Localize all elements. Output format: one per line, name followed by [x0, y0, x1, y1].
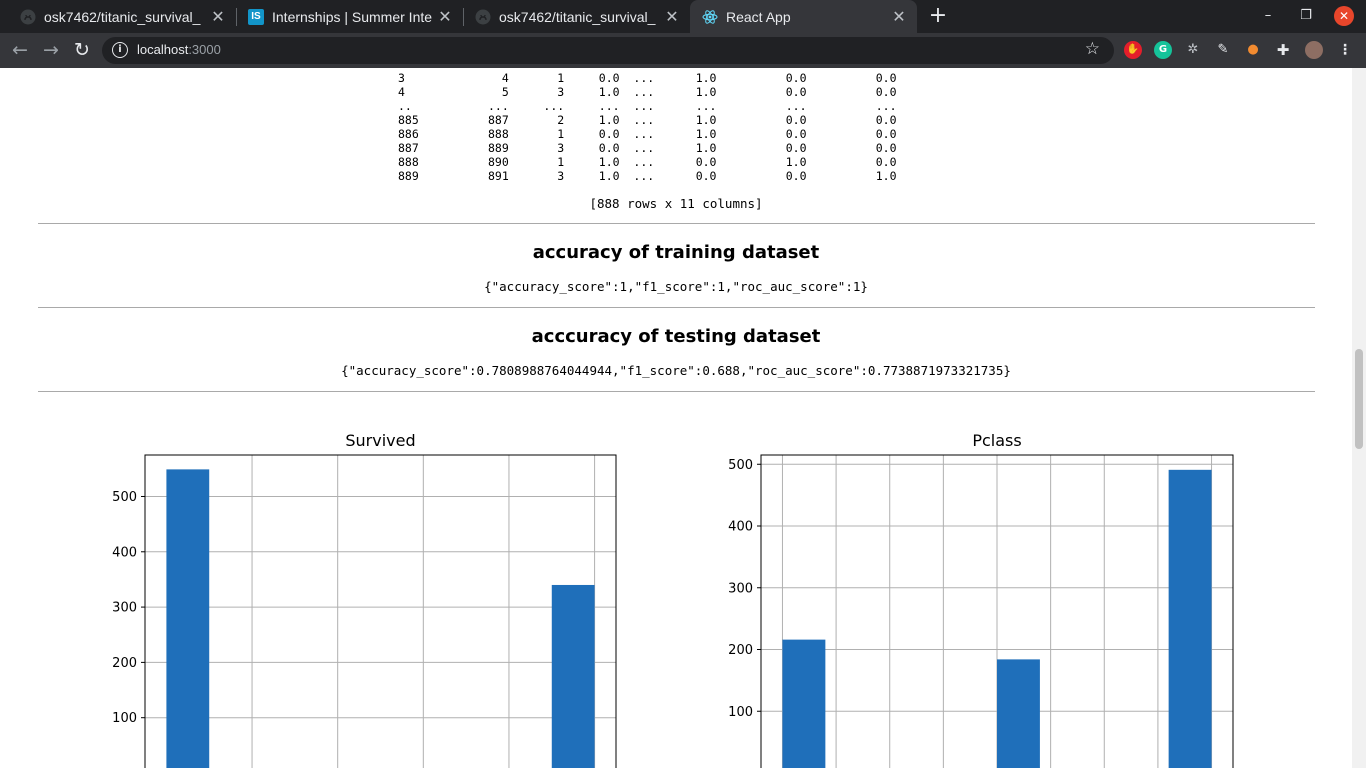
grammarly-extension-icon[interactable]: G	[1154, 41, 1172, 59]
scrollbar-thumb[interactable]	[1355, 349, 1363, 449]
close-tab-icon[interactable]: ✕	[208, 7, 228, 27]
y-tick-label: 300	[728, 581, 753, 596]
minimize-icon[interactable]: –	[1256, 5, 1280, 27]
url-port: :3000	[188, 42, 221, 57]
axes-frame	[144, 454, 617, 768]
histogram-bar	[551, 584, 595, 768]
testing-scores: {"accuracy_score":0.7808988764044944,"f1…	[341, 363, 1011, 378]
new-tab-icon[interactable]: +	[927, 4, 949, 28]
divider	[38, 307, 1315, 308]
site-info-icon[interactable]: i	[112, 42, 128, 58]
extensions-puzzle-icon[interactable]: ✚	[1274, 41, 1292, 59]
tab-github-1[interactable]: osk7462/titanic_survival_ ✕	[8, 0, 236, 33]
y-tick-label: 500	[728, 458, 753, 473]
y-tick-label: 100	[112, 711, 137, 726]
divider	[38, 391, 1315, 392]
histogram-bar	[997, 659, 1040, 768]
chart-title: Pclass	[972, 433, 1021, 450]
histogram-bar	[166, 469, 210, 768]
dataframe-row: .. ... ... ... ... ... ... ...	[398, 99, 897, 113]
tab-strip: osk7462/titanic_survival_ ✕ IS Internshi…	[0, 0, 1366, 33]
github-icon	[20, 9, 36, 25]
extension-icon[interactable]: ✲	[1184, 41, 1202, 59]
histogram-bar	[1168, 469, 1212, 768]
url-text: localhost:3000	[137, 42, 221, 57]
tab-title: Internships | Summer Inte	[272, 8, 433, 25]
tab-title: React App	[726, 8, 791, 25]
survived-histogram: Survived 100 200 300 400 500	[112, 433, 617, 768]
window-close-icon[interactable]: ✕	[1334, 6, 1354, 26]
back-arrow-icon[interactable]: ←	[8, 38, 32, 62]
dataframe-output: 3 4 1 0.0 ... 1.0 0.0 0.0 4 5 3 1.0 ... 1…	[398, 71, 897, 183]
tab-internshala[interactable]: IS Internships | Summer Inte ✕	[236, 0, 463, 33]
pclass-histogram: Pclass 100 200 300 400 500	[728, 433, 1234, 768]
dataframe-shape: [888 rows x 11 columns]	[589, 196, 763, 211]
extension-icon[interactable]: ●	[1244, 41, 1262, 59]
internshala-icon: IS	[248, 8, 264, 25]
tab-react-app[interactable]: React App ✕	[690, 0, 917, 33]
address-bar[interactable]: i localhost:3000 ☆	[102, 37, 1114, 64]
close-tab-icon[interactable]: ✕	[662, 7, 682, 27]
y-tick-label: 200	[728, 643, 753, 658]
close-tab-icon[interactable]: ✕	[435, 7, 455, 27]
training-heading: accuracy of training dataset	[532, 242, 820, 263]
extension-icon[interactable]: ✎	[1214, 41, 1232, 59]
testing-heading: acccuracy of testing dataset	[531, 326, 821, 347]
dataframe-row: 885 887 2 1.0 ... 1.0 0.0 0.0	[398, 113, 897, 127]
y-tick-label: 200	[112, 656, 137, 671]
y-tick-label: 300	[112, 601, 137, 616]
react-icon	[702, 9, 718, 25]
dataframe-row: 3 4 1 0.0 ... 1.0 0.0 0.0	[398, 71, 897, 85]
training-scores: {"accuracy_score":1,"f1_score":1,"roc_au…	[484, 279, 868, 294]
close-tab-icon[interactable]: ✕	[889, 7, 909, 27]
y-tick-label: 400	[728, 520, 753, 535]
restore-icon[interactable]: ❐	[1294, 5, 1318, 27]
url-host: localhost	[137, 42, 189, 57]
bookmark-star-icon[interactable]: ☆	[1085, 39, 1100, 59]
dataframe-row: 888 890 1 1.0 ... 0.0 1.0 0.0	[398, 155, 897, 169]
profile-avatar[interactable]	[1305, 41, 1323, 59]
dataframe-row: 4 5 3 1.0 ... 1.0 0.0 0.0	[398, 85, 897, 99]
tab-github-2[interactable]: osk7462/titanic_survival_ ✕	[463, 0, 690, 33]
y-tick-label: 500	[112, 490, 137, 505]
page-viewport: 3 4 1 0.0 ... 1.0 0.0 0.0 4 5 3 1.0 ... 1…	[0, 68, 1352, 768]
histogram-bar	[782, 639, 826, 768]
y-tick-label: 400	[112, 545, 137, 560]
tab-title: osk7462/titanic_survival_	[44, 8, 201, 25]
reload-icon[interactable]: ↻	[70, 38, 94, 62]
dataframe-row: 886 888 1 0.0 ... 1.0 0.0 0.0	[398, 127, 897, 141]
tab-title: osk7462/titanic_survival_	[499, 8, 656, 25]
divider	[38, 223, 1315, 224]
menu-kebab-icon[interactable]: ⋮	[1336, 41, 1354, 59]
dataframe-row: 889 891 3 1.0 ... 0.0 0.0 1.0	[398, 169, 897, 183]
adblock-extension-icon[interactable]: ✋	[1124, 41, 1142, 59]
forward-arrow-icon[interactable]: →	[39, 38, 63, 62]
github-icon	[475, 9, 491, 25]
dataframe-row: 887 889 3 0.0 ... 1.0 0.0 0.0	[398, 141, 897, 155]
page-scrollbar[interactable]	[1352, 68, 1366, 768]
y-tick-label: 100	[728, 705, 753, 720]
chart-title: Survived	[345, 433, 415, 450]
